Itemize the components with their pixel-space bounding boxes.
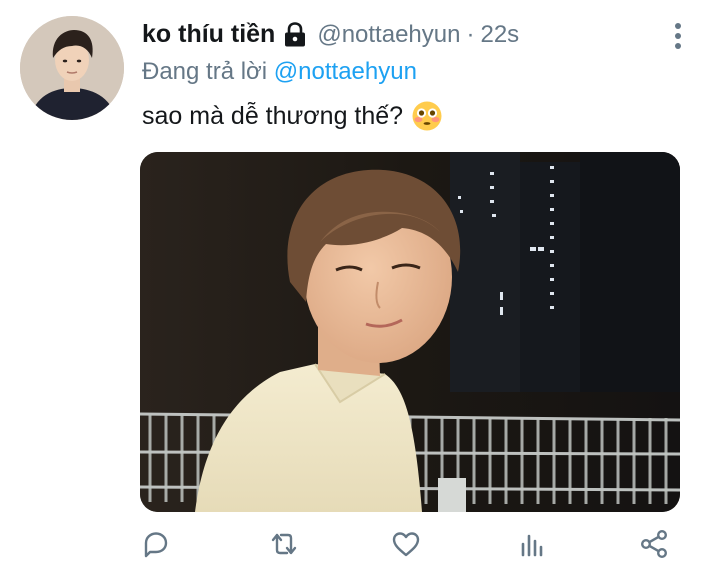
bar-chart-icon (521, 534, 543, 557)
analytics-button[interactable] (516, 528, 548, 560)
comment-icon (144, 532, 168, 558)
tweet-text: sao mà dễ thương thế? (142, 100, 443, 132)
retweet-icon (271, 533, 297, 555)
like-button[interactable] (390, 528, 422, 560)
lock-icon (283, 21, 307, 48)
avatar-photo (20, 16, 124, 120)
reply-mention-link[interactable]: @nottaehyun (274, 58, 417, 85)
tweet-action-bar (0, 528, 720, 562)
author-handle[interactable]: @nottaehyun (317, 21, 460, 49)
avatar[interactable] (20, 16, 124, 120)
reply-prefix: Đang trả lời (142, 58, 268, 85)
timestamp[interactable]: 22s (480, 21, 519, 49)
share-button[interactable] (638, 528, 670, 560)
reply-button[interactable] (140, 528, 172, 560)
photo-image (140, 152, 680, 512)
flushed-face-emoji-icon (411, 100, 443, 132)
retweet-button[interactable] (268, 528, 300, 560)
more-vertical-icon[interactable] (668, 20, 688, 52)
tweet-media-photo[interactable] (140, 152, 680, 512)
reply-context: Đang trả lời @nottaehyun (142, 58, 417, 86)
separator-dot: · (466, 20, 475, 48)
tweet-header: ko thíu tiền @nottaehyun · 22s (142, 20, 519, 49)
heart-icon (392, 532, 420, 557)
tweet-body: sao mà dễ thương thế? (142, 101, 404, 130)
share-icon (640, 530, 668, 559)
display-name[interactable]: ko thíu tiền (142, 20, 275, 49)
